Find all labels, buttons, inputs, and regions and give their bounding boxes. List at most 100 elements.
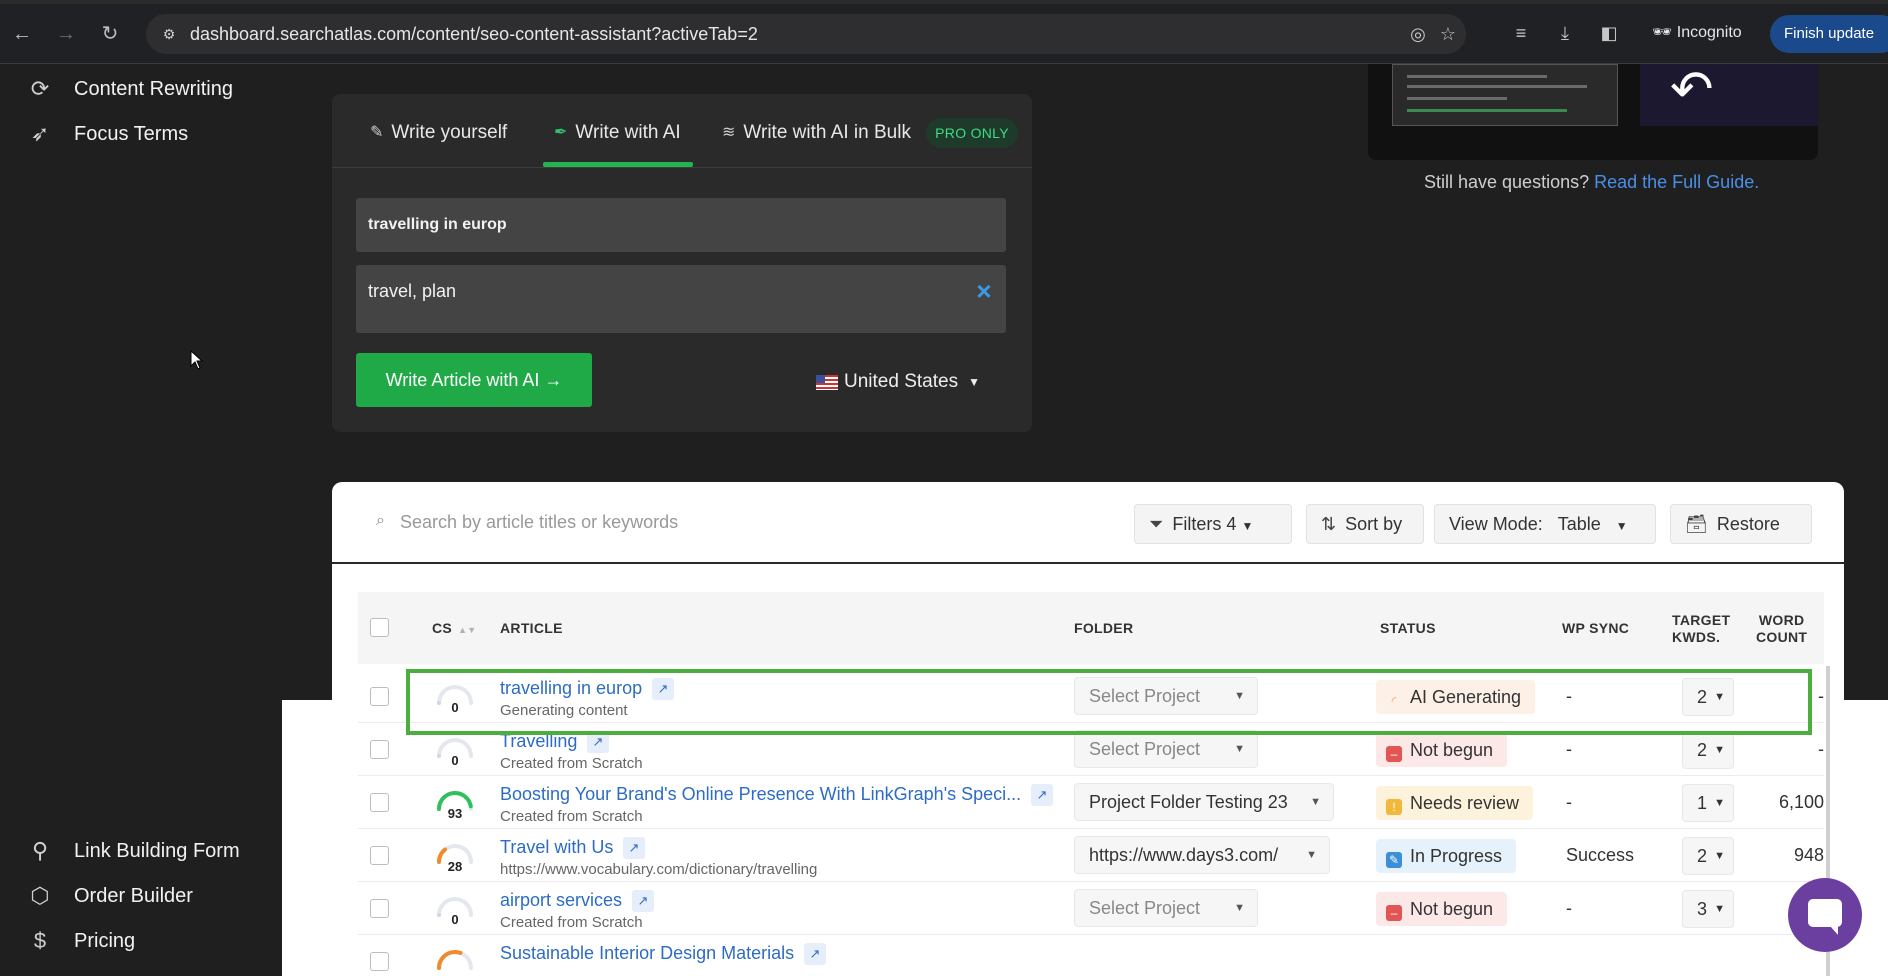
eye-off-icon[interactable]: ◎: [1406, 22, 1430, 46]
caret-down-icon: ▼: [1615, 519, 1628, 533]
row-checkbox[interactable]: [370, 740, 389, 759]
browser-toolbar: ← → ↻ ⚙ dashboard.searchatlas.com/conten…: [0, 0, 1888, 64]
folder-select[interactable]: https://www.days3.com/ ▼: [1074, 836, 1330, 874]
status-badge: ✎ In Progress: [1376, 839, 1517, 873]
caret-down-icon: ▼: [1234, 743, 1245, 755]
external-link-icon[interactable]: ↗: [632, 890, 654, 912]
address-bar[interactable]: ⚙ dashboard.searchatlas.com/content/seo-…: [146, 14, 1466, 54]
write-tabs: ✎ Write yourself ✒ Write with AI ≋ Write…: [332, 94, 1032, 168]
download-icon[interactable]: ⤓: [1552, 20, 1578, 46]
target-keywords-select[interactable]: 3 ▼: [1682, 890, 1734, 928]
folder-select[interactable]: Select Project ▼: [1074, 889, 1258, 927]
wp-sync-value: -: [1566, 739, 1572, 759]
filters-label: Filters 4: [1172, 514, 1237, 534]
media-control-icon[interactable]: ≡: [1508, 20, 1534, 46]
sidebar-item-pricing[interactable]: $ Pricing: [26, 924, 135, 958]
status-badge: – Not begun: [1376, 892, 1508, 926]
row-checkbox[interactable]: [370, 687, 389, 706]
pencil-icon: ✎: [370, 124, 384, 141]
select-all-checkbox[interactable]: [370, 618, 389, 637]
tab-write-yourself[interactable]: ✎ Write yourself: [370, 122, 507, 162]
content-score-gauge: 0: [436, 894, 474, 932]
article-subtitle: Created from Scratch: [500, 914, 643, 931]
target-keywords-select[interactable]: 2 ▼: [1682, 837, 1734, 875]
curved-arrow-icon: ↶: [1670, 64, 1714, 119]
read-full-guide-link[interactable]: Read the Full Guide.: [1594, 172, 1759, 192]
chat-button[interactable]: [1788, 878, 1862, 952]
site-settings-icon[interactable]: ⚙: [160, 25, 178, 43]
target-keywords-select[interactable]: 2 ▼: [1682, 731, 1734, 769]
article-title-link[interactable]: Sustainable Interior Design Materials: [500, 943, 794, 964]
incognito-indicator[interactable]: 🕶 Incognito: [1652, 18, 1742, 48]
article-title-link[interactable]: Boosting Your Brand's Online Presence Wi…: [500, 784, 1021, 805]
table-row[interactable]: 93 Boosting Your Brand's Online Presence …: [358, 776, 1824, 829]
wp-sync-value: -: [1566, 898, 1572, 918]
external-link-icon[interactable]: ↗: [1031, 784, 1053, 806]
content-score-value: 28: [447, 859, 463, 874]
clear-icon[interactable]: ×: [972, 278, 996, 304]
content-score-value: 93: [447, 806, 463, 821]
restore-button[interactable]: 🗃 Restore: [1670, 504, 1812, 544]
finish-update-button[interactable]: Finish update: [1770, 15, 1888, 53]
filters-button[interactable]: ⏷ Filters 4 ▼: [1134, 504, 1292, 544]
table-row[interactable]: 0 airport services Created from Scratch ↗ Se…: [358, 882, 1824, 935]
video-frame-screenshot: [1392, 64, 1618, 126]
content-score-gauge: [436, 947, 474, 976]
status-badge: – Not begun: [1376, 733, 1508, 767]
caret-down-icon: ▼: [1241, 519, 1254, 533]
reload-icon[interactable]: ↻: [96, 20, 124, 48]
row-checkbox[interactable]: [370, 899, 389, 918]
url-text[interactable]: dashboard.searchatlas.com/content/seo-co…: [190, 24, 758, 45]
word-count-value: 948: [1793, 845, 1824, 865]
highlighted-row-outline: [406, 669, 1812, 735]
table-row[interactable]: Sustainable Interior Design Materials ↗: [358, 935, 1824, 976]
external-link-icon[interactable]: ↗: [804, 943, 826, 965]
article-title-field[interactable]: travelling in europ: [356, 198, 1006, 252]
search-input[interactable]: [400, 506, 1000, 538]
country-select[interactable]: United States ▼: [816, 370, 980, 394]
sort-by-button[interactable]: ⇅ Sort by: [1306, 504, 1424, 544]
table-row[interactable]: 28 Travel with Us https://www.vocabulary.c…: [358, 829, 1824, 882]
incognito-label: Incognito: [1676, 24, 1742, 41]
chat-bubble-icon: [1808, 899, 1842, 935]
cubes-icon: ⬡: [30, 883, 50, 908]
column-word-count[interactable]: WORD COUNT: [1756, 612, 1807, 646]
target-keywords-value: 2: [1697, 740, 1708, 760]
column-target-kwds[interactable]: TARGET KWDS.: [1672, 612, 1730, 646]
sort-label: Sort by: [1345, 514, 1403, 534]
status-label: In Progress: [1410, 846, 1503, 866]
folder-select[interactable]: Project Folder Testing 23 ▼: [1074, 783, 1334, 821]
view-mode-value: Table: [1557, 514, 1601, 534]
article-title-link[interactable]: Travel with Us: [500, 837, 613, 858]
sidebar-item-focus-terms[interactable]: ➶ Focus Terms: [26, 117, 188, 151]
tutorial-video-thumbnail[interactable]: ↶: [1368, 64, 1818, 160]
sidebar-item-label: Pricing: [74, 929, 136, 952]
word-count-value: -: [1818, 739, 1824, 759]
row-checkbox[interactable]: [370, 846, 389, 865]
write-article-with-ai-button[interactable]: Write Article with AI →: [356, 353, 592, 407]
tab-write-with-ai-bulk[interactable]: ≋ Write with AI in Bulk: [722, 122, 911, 162]
side-panel-icon[interactable]: ◧: [1596, 20, 1622, 46]
sidebar-item-link-building-form[interactable]: ⚲ Link Building Form: [26, 834, 240, 868]
article-title-link[interactable]: airport services: [500, 890, 622, 911]
target-keywords-select[interactable]: 1 ▼: [1682, 784, 1734, 822]
dollar-icon: $: [33, 928, 47, 953]
view-mode-select[interactable]: View Mode: Table ▼: [1434, 504, 1656, 544]
sidebar-item-order-builder[interactable]: ⬡ Order Builder: [26, 879, 193, 913]
tab-write-with-ai[interactable]: ✒ Write with AI: [554, 122, 681, 162]
column-cs[interactable]: CS ▲▼: [432, 620, 476, 639]
star-icon[interactable]: ☆: [1436, 22, 1460, 46]
search-icon: ⌕: [376, 512, 385, 529]
sidebar-item-content-rewriting[interactable]: ⟳ Content Rewriting: [26, 72, 233, 106]
tab-label: Write with AI in Bulk: [743, 122, 911, 143]
back-arrow-icon[interactable]: ←: [8, 20, 36, 48]
caret-down-icon: ▼: [1306, 849, 1317, 861]
row-checkbox[interactable]: [370, 952, 389, 971]
external-link-icon[interactable]: ↗: [623, 837, 645, 859]
folder-select[interactable]: Select Project ▼: [1074, 730, 1258, 768]
forward-arrow-icon[interactable]: →: [52, 20, 80, 48]
keywords-field[interactable]: travel, plan ×: [356, 265, 1006, 333]
row-checkbox[interactable]: [370, 793, 389, 812]
rocket-icon: ➶: [30, 121, 50, 146]
content-score-gauge: 28: [436, 841, 474, 879]
